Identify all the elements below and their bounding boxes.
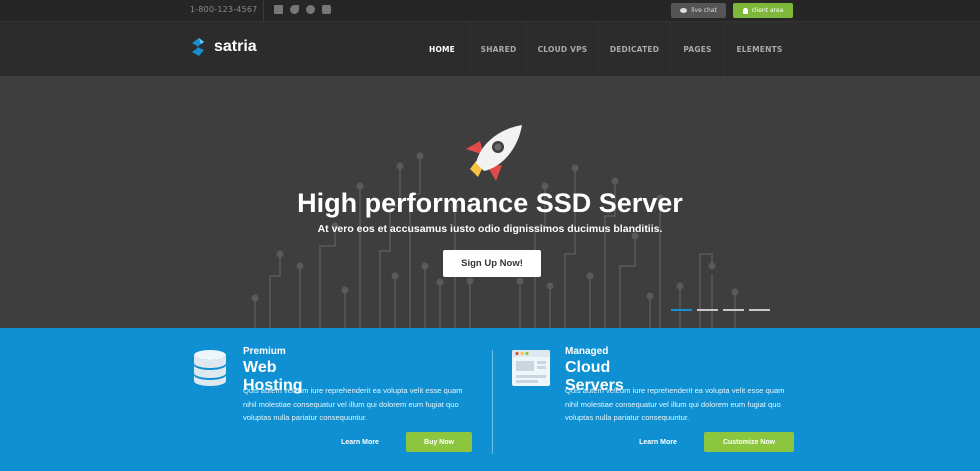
social-links [274, 5, 331, 14]
feature-kicker: Managed [565, 346, 609, 357]
section-divider [492, 350, 493, 454]
buy-now-button[interactable]: Buy Now [406, 432, 472, 452]
logo-text[interactable]: satria [214, 38, 257, 56]
facebook-icon[interactable] [274, 5, 283, 14]
user-icon [742, 7, 748, 14]
phone-number: 1-800-123-4567 [190, 5, 258, 14]
chat-bubble-icon [680, 8, 688, 13]
nav-item-pages[interactable]: PAGES [670, 22, 724, 76]
nav-item-elements[interactable]: ELEMENTS [724, 22, 794, 76]
google-plus-icon[interactable] [306, 5, 315, 14]
slide-dot[interactable] [697, 309, 718, 311]
live-chat-button[interactable]: live chat [671, 3, 726, 18]
top-bar: 1-800-123-4567 live chat client area [0, 0, 980, 22]
slider-pagination [671, 309, 770, 311]
primary-nav: HOME SHARED CLOUD VPS DEDICATED PAGES EL… [414, 22, 794, 76]
nav-item-dedicated[interactable]: DEDICATED [598, 22, 670, 76]
hero-slider: High performance SSD Server At vero eos … [0, 76, 980, 328]
slide-dot[interactable] [671, 309, 692, 311]
customize-now-button[interactable]: Customize Now [704, 432, 794, 452]
browser-window-icon [512, 350, 550, 386]
client-area-label: client area [751, 7, 784, 14]
features-section: Premium Web Hosting Quis autem veleum iu… [0, 328, 980, 471]
hero-title: High performance SSD Server [297, 188, 683, 218]
nav-item-shared[interactable]: SHARED [470, 22, 526, 76]
feature-description: Quis autem veleum iure reprehenderit ea … [565, 386, 785, 422]
rocket-icon [466, 125, 522, 181]
divider [263, 0, 264, 22]
youtube-icon[interactable] [322, 5, 331, 14]
learn-more-button[interactable]: Learn More [330, 432, 390, 452]
live-chat-label: live chat [691, 7, 717, 14]
slide-dot[interactable] [749, 309, 770, 311]
logo-icon[interactable] [190, 37, 208, 57]
twitter-icon[interactable] [290, 5, 299, 14]
sign-up-button[interactable]: Sign Up Now! [443, 250, 541, 277]
learn-more-button[interactable]: Learn More [628, 432, 688, 452]
hero-subtitle: At vero eos et accusamus iusto odio dign… [317, 223, 663, 235]
client-area-button[interactable]: client area [733, 3, 793, 18]
slide-dot[interactable] [723, 309, 744, 311]
feature-cloud-servers: Managed Cloud Servers Quis autem veleum … [0, 328, 794, 471]
nav-item-home[interactable]: HOME [414, 22, 470, 76]
main-navbar: satria HOME SHARED CLOUD VPS DEDICATED P… [0, 22, 980, 76]
nav-item-cloud-vps[interactable]: CLOUD VPS [526, 22, 598, 76]
